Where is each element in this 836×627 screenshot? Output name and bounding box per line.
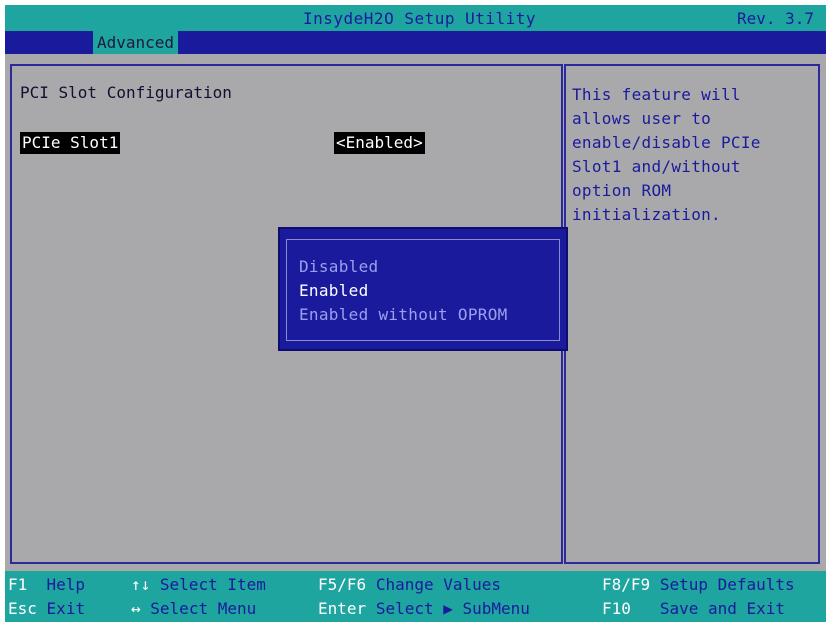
app-title: InsydeH2O Setup Utility [303,9,537,28]
hint-enter: Enter Select ▶ SubMenu [318,599,530,618]
desc-setup-defaults: Setup Defaults [659,575,795,594]
hint-updown: ↑↓ Select Item [131,575,266,594]
tab-advanced[interactable]: Advanced [93,31,179,54]
key-f5f6: F5/F6 [318,575,367,594]
pcie-slot1-value[interactable]: <Enabled> [334,132,425,154]
hint-f5f6: F5/F6 Change Values [318,575,501,594]
revision-label: Rev. 3.7 [736,9,814,28]
hint-f10: F10 Save and Exit [602,599,785,618]
option-popup: Disabled Enabled Enabled without OPROM [278,227,568,351]
help-line: enable/disable PCIe [572,133,761,152]
pcie-slot1-label[interactable]: PCIe Slot1 [20,132,121,154]
desc-select-item: Select Item [159,575,266,594]
key-f10: F10 [602,599,631,618]
help-line: option ROM [572,181,672,200]
desc-change-values: Change Values [375,575,502,594]
desc-save-exit: Save and Exit [659,599,786,618]
option-list: Disabled Enabled Enabled without OPROM [286,239,560,341]
hint-leftright: ↔ Select Menu [131,599,256,618]
key-f8f9: F8/F9 [602,575,651,594]
hint-f1: F1 Help [8,575,85,594]
help-line: Slot1 and/without [572,157,741,176]
option-enabled-without-oprom[interactable]: Enabled without OPROM [299,305,508,324]
help-line: initialization. [572,205,721,224]
key-help-footer: F1 Help Esc Exit ↑↓ Select Item ↔ Select… [5,571,826,622]
help-text: This feature will allows user to enable/… [572,83,812,227]
desc-exit: Exit [46,599,86,618]
help-pane: This feature will allows user to enable/… [564,64,820,564]
help-line: This feature will [572,85,741,104]
hint-esc: Esc Exit [8,599,85,618]
option-disabled[interactable]: Disabled [299,257,378,276]
help-line: allows user to [572,109,712,128]
leftright-arrows-icon: ↔ [131,599,141,618]
title-bar: InsydeH2O Setup Utility Rev. 3.7 [5,5,826,31]
key-esc: Esc [8,599,37,618]
updown-arrows-icon: ↑↓ [131,575,151,594]
key-f1: F1 [8,575,28,594]
desc-select-menu: Select Menu [150,599,257,618]
section-title: PCI Slot Configuration [20,83,232,102]
hint-f8f9: F8/F9 Setup Defaults [602,575,795,594]
key-enter: Enter [318,599,367,618]
desc-select-submenu: Select ▶ SubMenu [375,599,530,618]
option-enabled[interactable]: Enabled [299,281,369,300]
menu-bar: Advanced [5,31,826,54]
desc-help: Help [46,575,86,594]
